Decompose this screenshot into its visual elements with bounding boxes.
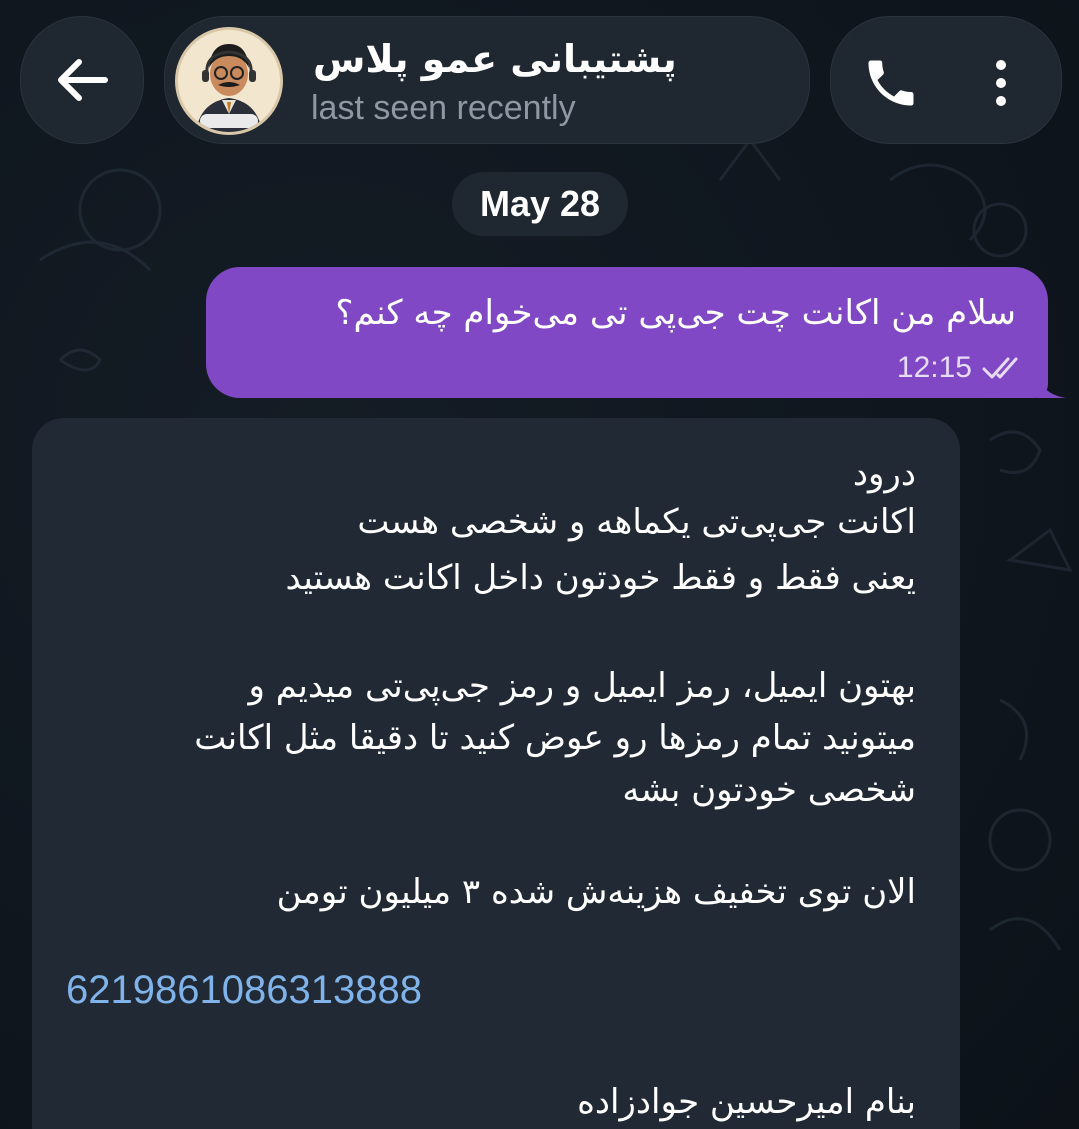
- chat-actions: [830, 16, 1062, 144]
- support-agent-avatar-image: [178, 30, 280, 132]
- back-button[interactable]: [20, 16, 144, 144]
- more-vertical-icon: [996, 60, 1006, 106]
- outgoing-message-text: سلام من اکانت چت جی‌پی تی می‌خوام چه کنم…: [335, 293, 1016, 333]
- contact-status: last seen recently: [311, 89, 576, 127]
- incoming-line: بهتون ایمیل، رمز ایمیل و رمز جی‌پی‌تی می…: [248, 666, 917, 706]
- card-number-link[interactable]: 6219861086313888: [66, 968, 422, 1013]
- incoming-message[interactable]: درود اکانت جی‌پی‌تی یکماهه و شخصی هست یع…: [32, 418, 960, 1129]
- chat-screen: پشتیبانی عمو پلاس last seen recently May…: [0, 0, 1079, 1129]
- incoming-line: الان توی تخفیف هزینه‌ش شده ۳ میلیون تومن: [276, 872, 916, 912]
- incoming-line: شخصی خودتون بشه: [622, 770, 916, 810]
- incoming-line: میتونید تمام رمزها رو عوض کنید تا دقیقا …: [194, 718, 916, 758]
- outgoing-message[interactable]: سلام من اکانت چت جی‌پی تی می‌خوام چه کنم…: [206, 267, 1048, 398]
- date-separator: May 28: [452, 172, 628, 236]
- incoming-line: بنام امیرحسین جوادزاده: [577, 1082, 916, 1122]
- chat-header[interactable]: پشتیبانی عمو پلاس last seen recently: [164, 16, 810, 144]
- phone-icon: [868, 60, 914, 106]
- more-options-button[interactable]: [981, 53, 1021, 113]
- incoming-line: یعنی فقط و فقط خودتون داخل اکانت هستید: [285, 558, 916, 598]
- call-button[interactable]: [861, 53, 921, 113]
- contact-name: پشتیبانی عمو پلاس: [313, 37, 677, 81]
- double-check-icon: [982, 357, 1018, 379]
- message-time: 12:15: [896, 351, 972, 384]
- incoming-line: اکانت جی‌پی‌تی یکماهه و شخصی هست: [357, 502, 916, 542]
- contact-avatar[interactable]: [175, 27, 283, 135]
- outgoing-message-meta: 12:15: [897, 351, 1026, 385]
- incoming-line: درود: [852, 454, 916, 494]
- back-arrow-icon: [58, 59, 108, 101]
